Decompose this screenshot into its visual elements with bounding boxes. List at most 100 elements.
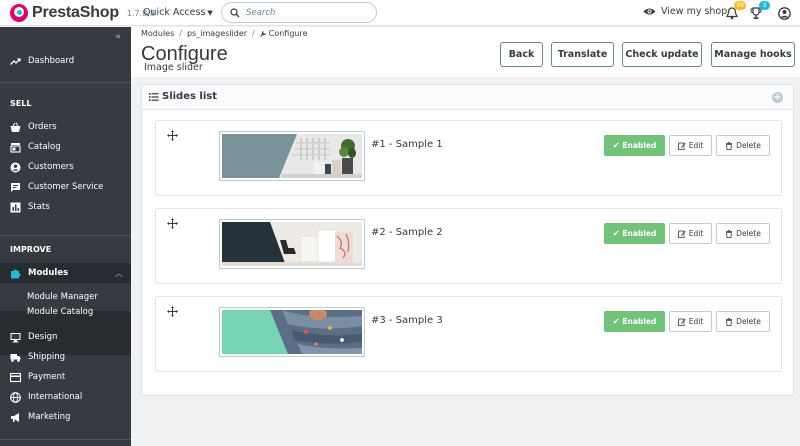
edit-label: Edit (688, 229, 704, 238)
breadcrumb-current: Configure (268, 29, 308, 38)
slide-title: #2 - Sample 2 (371, 227, 443, 238)
back-button[interactable]: Back (500, 42, 543, 67)
megaphone-icon (11, 412, 19, 422)
toggle-enabled-button[interactable]: ✔ Enabled (604, 311, 665, 332)
check-update-button[interactable]: Check update (622, 42, 702, 67)
sidebar-divider (0, 439, 131, 440)
search-icon (230, 7, 240, 17)
sidebar-item-customers[interactable]: Customers (0, 157, 131, 177)
sidebar-item-label: International (28, 392, 83, 402)
sidebar-item-label: Customers (28, 162, 74, 172)
sidebar-item-shipping[interactable]: Shipping (0, 347, 131, 367)
sidebar-item-marketing[interactable]: Marketing (0, 407, 131, 427)
delete-label: Delete (736, 141, 761, 150)
submenu-item-module-manager[interactable]: Module Manager (27, 292, 98, 302)
view-my-shop-link[interactable]: View my shop (643, 6, 727, 17)
slides-panel: Slides list + #1 - Sample 1 ✔ Enabled Ed… (141, 84, 794, 396)
sidebar-item-stats[interactable]: Stats (0, 197, 131, 217)
account-circle-icon (10, 162, 21, 172)
drag-handle-icon[interactable] (167, 218, 178, 229)
trash-icon (726, 141, 733, 150)
toggle-enabled-button[interactable]: ✔ Enabled (604, 135, 665, 156)
store-icon (10, 142, 21, 153)
trending-up-icon (10, 57, 21, 65)
check-icon: ✔ (612, 317, 620, 326)
drag-handle-icon[interactable] (167, 306, 178, 317)
orders-notification-button[interactable]: 99 (726, 1, 746, 20)
wrench-icon (259, 30, 266, 37)
slide-thumbnail (219, 219, 365, 269)
sidebar-item-modules[interactable]: Modules ︿ (0, 263, 131, 283)
quick-access-dropdown[interactable]: Quick Access ▼ (143, 7, 213, 18)
manage-hooks-button[interactable]: Manage hooks (711, 42, 795, 67)
sidebar-item-catalog[interactable]: Catalog (0, 137, 131, 157)
basket-icon (10, 122, 21, 132)
edit-icon (677, 142, 686, 150)
sidebar-item-label: Marketing (28, 412, 71, 422)
edit-button[interactable]: Edit (669, 223, 712, 244)
bar-chart-icon (10, 202, 21, 212)
toggle-enabled-button[interactable]: ✔ Enabled (604, 223, 665, 244)
desktop-icon (10, 332, 21, 342)
sidebar-item-dashboard[interactable]: Dashboard (0, 51, 131, 71)
slide-thumbnail (219, 307, 365, 357)
delete-label: Delete (736, 317, 761, 326)
delete-button[interactable]: Delete (716, 135, 770, 156)
add-slide-icon[interactable]: + (772, 92, 783, 103)
logo-text: PrestaShop (32, 4, 119, 21)
customers-notification-button[interactable]: 3 (750, 1, 770, 19)
slide-title: #1 - Sample 1 (371, 139, 443, 150)
sidebar-item-label: Modules (28, 268, 69, 278)
check-icon: ✔ (612, 229, 620, 238)
breadcrumb-separator: / (179, 29, 182, 38)
truck-icon (10, 353, 21, 362)
search-box[interactable] (221, 2, 377, 23)
sidebar-item-payment[interactable]: Payment (0, 367, 131, 387)
sidebar-divider (0, 82, 131, 83)
prestashop-logo[interactable]: PrestaShop 1.7.8.8 (10, 4, 155, 22)
slide-row: #3 - Sample 3 ✔ Enabled Edit Delete (155, 296, 782, 372)
enabled-label: Enabled (622, 317, 657, 326)
delete-label: Delete (736, 229, 761, 238)
sidebar-item-customer-service[interactable]: Customer Service (0, 177, 131, 197)
edit-button[interactable]: Edit (669, 311, 712, 332)
check-icon: ✔ (612, 141, 620, 150)
sidebar-item-international[interactable]: International (0, 387, 131, 407)
view-my-shop-label: View my shop (661, 6, 728, 17)
globe-icon (10, 391, 21, 403)
slide-row: #2 - Sample 2 ✔ Enabled Edit Delete (155, 208, 782, 284)
breadcrumb-module[interactable]: ps_imageslider (187, 29, 247, 38)
quick-access-label: Quick Access (143, 7, 206, 18)
search-input[interactable] (246, 7, 356, 18)
puzzle-icon (11, 269, 21, 278)
breadcrumb: Modules / ps_imageslider / Configure (141, 29, 308, 38)
collapse-sidebar-icon[interactable]: « (115, 32, 121, 42)
slide-image-2 (222, 222, 362, 266)
sidebar-item-label: Payment (28, 372, 66, 382)
translate-button[interactable]: Translate (551, 42, 614, 67)
sidebar-item-orders[interactable]: Orders (0, 117, 131, 137)
enabled-label: Enabled (622, 229, 657, 238)
breadcrumb-modules[interactable]: Modules (141, 29, 174, 38)
page-subtitle: Image slider (144, 62, 203, 73)
drag-handle-icon[interactable] (167, 130, 178, 141)
slide-title: #3 - Sample 3 (371, 315, 443, 326)
sidebar-item-design[interactable]: Design (0, 327, 131, 347)
breadcrumb-separator: / (252, 29, 255, 38)
trash-icon (726, 229, 733, 238)
edit-icon (677, 230, 686, 238)
caret-down-icon: ▼ (207, 9, 213, 17)
delete-button[interactable]: Delete (716, 223, 770, 244)
section-improve: IMPROVE (10, 245, 52, 254)
chat-icon (11, 182, 20, 192)
submenu-item-module-catalog[interactable]: Module Catalog (27, 307, 93, 317)
sidebar-item-label: Orders (28, 122, 57, 132)
delete-button[interactable]: Delete (716, 311, 770, 332)
page-header: Modules / ps_imageslider / Configure Configu… (131, 27, 800, 77)
slide-thumbnail (219, 131, 365, 181)
edit-label: Edit (688, 317, 704, 326)
account-button[interactable] (778, 5, 792, 20)
edit-label: Edit (688, 141, 704, 150)
panel-title-text: Slides list (162, 91, 218, 102)
edit-button[interactable]: Edit (669, 135, 712, 156)
